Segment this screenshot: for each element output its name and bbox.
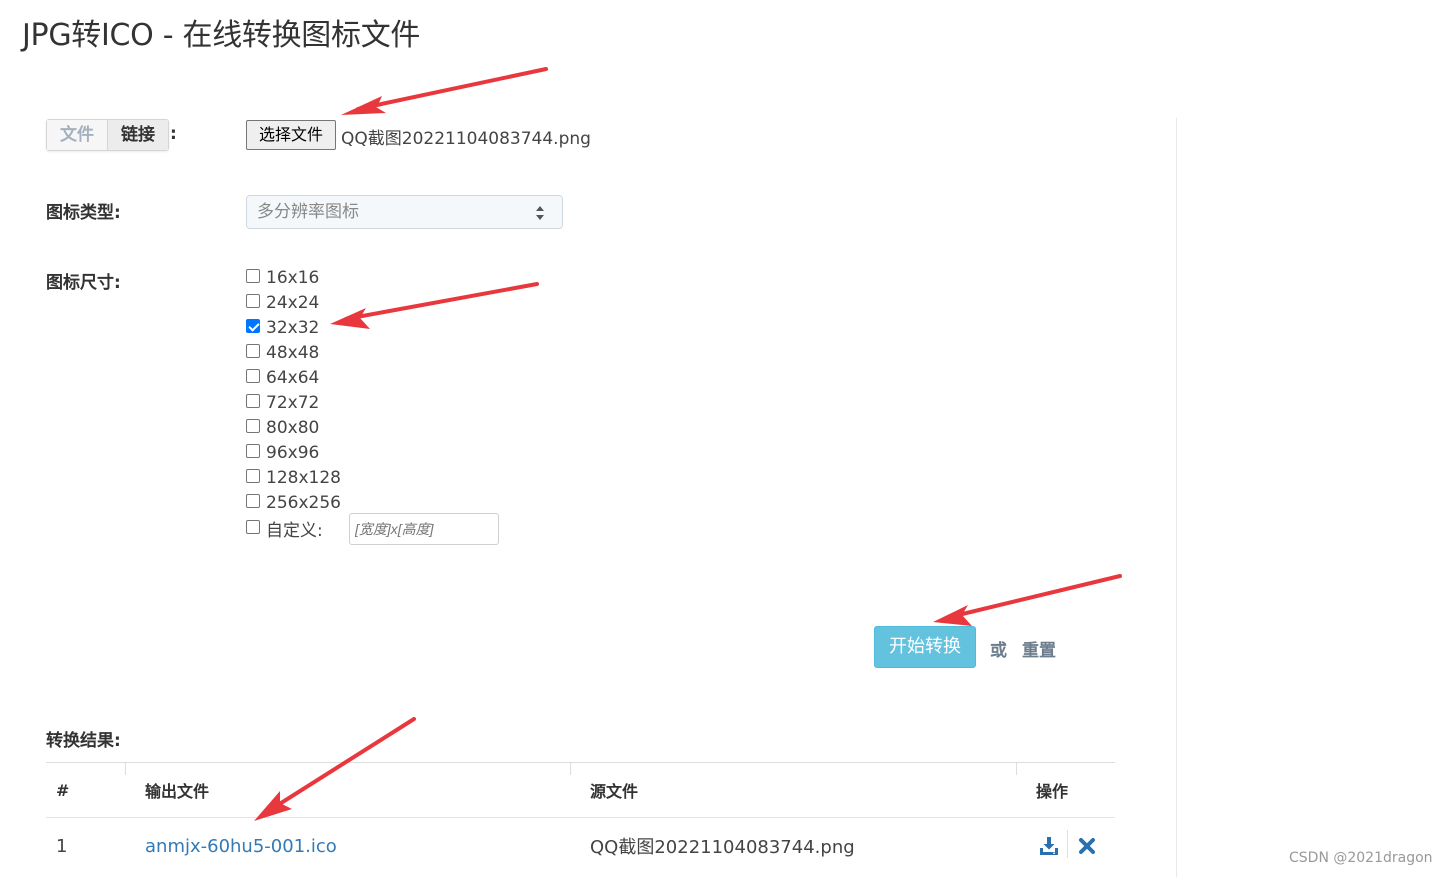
size-option-label: 256x256 (266, 492, 341, 513)
annotation-arrow-size (330, 282, 539, 329)
annotation-layer (254, 67, 1122, 821)
column-separator (570, 763, 571, 775)
size-option-custom[interactable]: 自定义: (246, 515, 341, 542)
header-index: # (56, 780, 70, 800)
size-option[interactable]: 128x128 (246, 465, 341, 490)
output-file-link[interactable]: anmjx-60hu5-001.ico (145, 818, 337, 874)
size-option[interactable]: 24x24 (246, 290, 341, 315)
icon-size-list: 16x16 24x24 32x32 48x48 64x64 72x72 80x80 96x96… (246, 265, 341, 542)
size-option-label: 32x32 (266, 317, 320, 338)
start-convert-button[interactable]: 开始转换 (874, 626, 976, 668)
size-option[interactable]: 32x32 (246, 315, 341, 340)
checkbox[interactable] (246, 343, 260, 358)
size-option[interactable]: 256x256 (246, 490, 341, 515)
size-option-label: 24x24 (266, 292, 320, 313)
source-colon: : (170, 124, 177, 144)
table-row: 1 anmjx-60hu5-001.ico QQ截图20221104083744… (46, 818, 1115, 874)
tab-file[interactable]: 文件 (47, 120, 108, 150)
size-option-label: 128x128 (266, 467, 341, 488)
column-separator (1016, 763, 1017, 775)
sidebar-divider (1176, 118, 1177, 877)
custom-size-input[interactable] (349, 513, 499, 545)
size-option[interactable]: 80x80 (246, 415, 341, 440)
header-actions: 操作 (1036, 782, 1069, 801)
results-title: 转换结果: (46, 731, 121, 751)
checkbox[interactable] (246, 268, 260, 283)
delete-icon[interactable] (1078, 818, 1096, 874)
watermark: CSDN @2021dragon (1289, 850, 1433, 866)
or-text: 或 (990, 641, 1007, 661)
size-option-label: 16x16 (266, 267, 320, 288)
checkbox-checked[interactable] (246, 318, 260, 333)
checkbox[interactable] (246, 393, 260, 408)
icon-type-label: 图标类型: (46, 203, 121, 223)
reset-link[interactable]: 重置 (1022, 636, 1056, 661)
selected-file-name: QQ截图20221104083744.png (341, 129, 591, 149)
choose-file-button[interactable]: 选择文件 (246, 120, 336, 150)
custom-size-label: 自定义: (266, 521, 323, 541)
source-file-name: QQ截图20221104083744.png (590, 837, 855, 858)
tab-link[interactable]: 链接 (108, 120, 168, 150)
checkbox[interactable] (246, 293, 260, 308)
header-source-file: 源文件 (590, 782, 639, 801)
source-tabs: 文件 链接 (46, 119, 169, 151)
size-option[interactable]: 72x72 (246, 390, 341, 415)
annotation-arrow-file (341, 67, 548, 115)
size-option-label: 48x48 (266, 342, 320, 363)
checkbox[interactable] (246, 519, 260, 534)
select-arrows-icon (536, 206, 544, 220)
size-option[interactable]: 64x64 (246, 365, 341, 390)
size-option-label: 80x80 (266, 417, 320, 438)
icon-size-label: 图标尺寸: (46, 273, 121, 293)
results-table: # 输出文件 源文件 操作 1 anmjx-60hu5-001.ico QQ截图… (46, 762, 1115, 874)
size-option[interactable]: 96x96 (246, 440, 341, 465)
table-header-row: # 输出文件 源文件 操作 (46, 762, 1115, 818)
row-index: 1 (56, 835, 68, 857)
checkbox[interactable] (246, 468, 260, 483)
action-separator (1067, 830, 1068, 858)
page-title: JPG转ICO - 在线转换图标文件 (22, 18, 421, 53)
size-option-label: 64x64 (266, 367, 320, 388)
checkbox[interactable] (246, 418, 260, 433)
column-separator (125, 763, 126, 775)
size-option-label: 72x72 (266, 392, 320, 413)
size-option[interactable]: 16x16 (246, 265, 341, 290)
icon-type-select[interactable]: 多分辨率图标 (246, 195, 563, 229)
annotation-arrow-convert (933, 574, 1122, 626)
checkbox[interactable] (246, 368, 260, 383)
icon-type-selected-value: 多分辨率图标 (257, 202, 359, 222)
download-icon[interactable] (1039, 818, 1059, 874)
header-output-file: 输出文件 (145, 782, 210, 801)
checkbox[interactable] (246, 493, 260, 508)
size-option-label: 96x96 (266, 442, 320, 463)
size-option[interactable]: 48x48 (246, 340, 341, 365)
checkbox[interactable] (246, 443, 260, 458)
